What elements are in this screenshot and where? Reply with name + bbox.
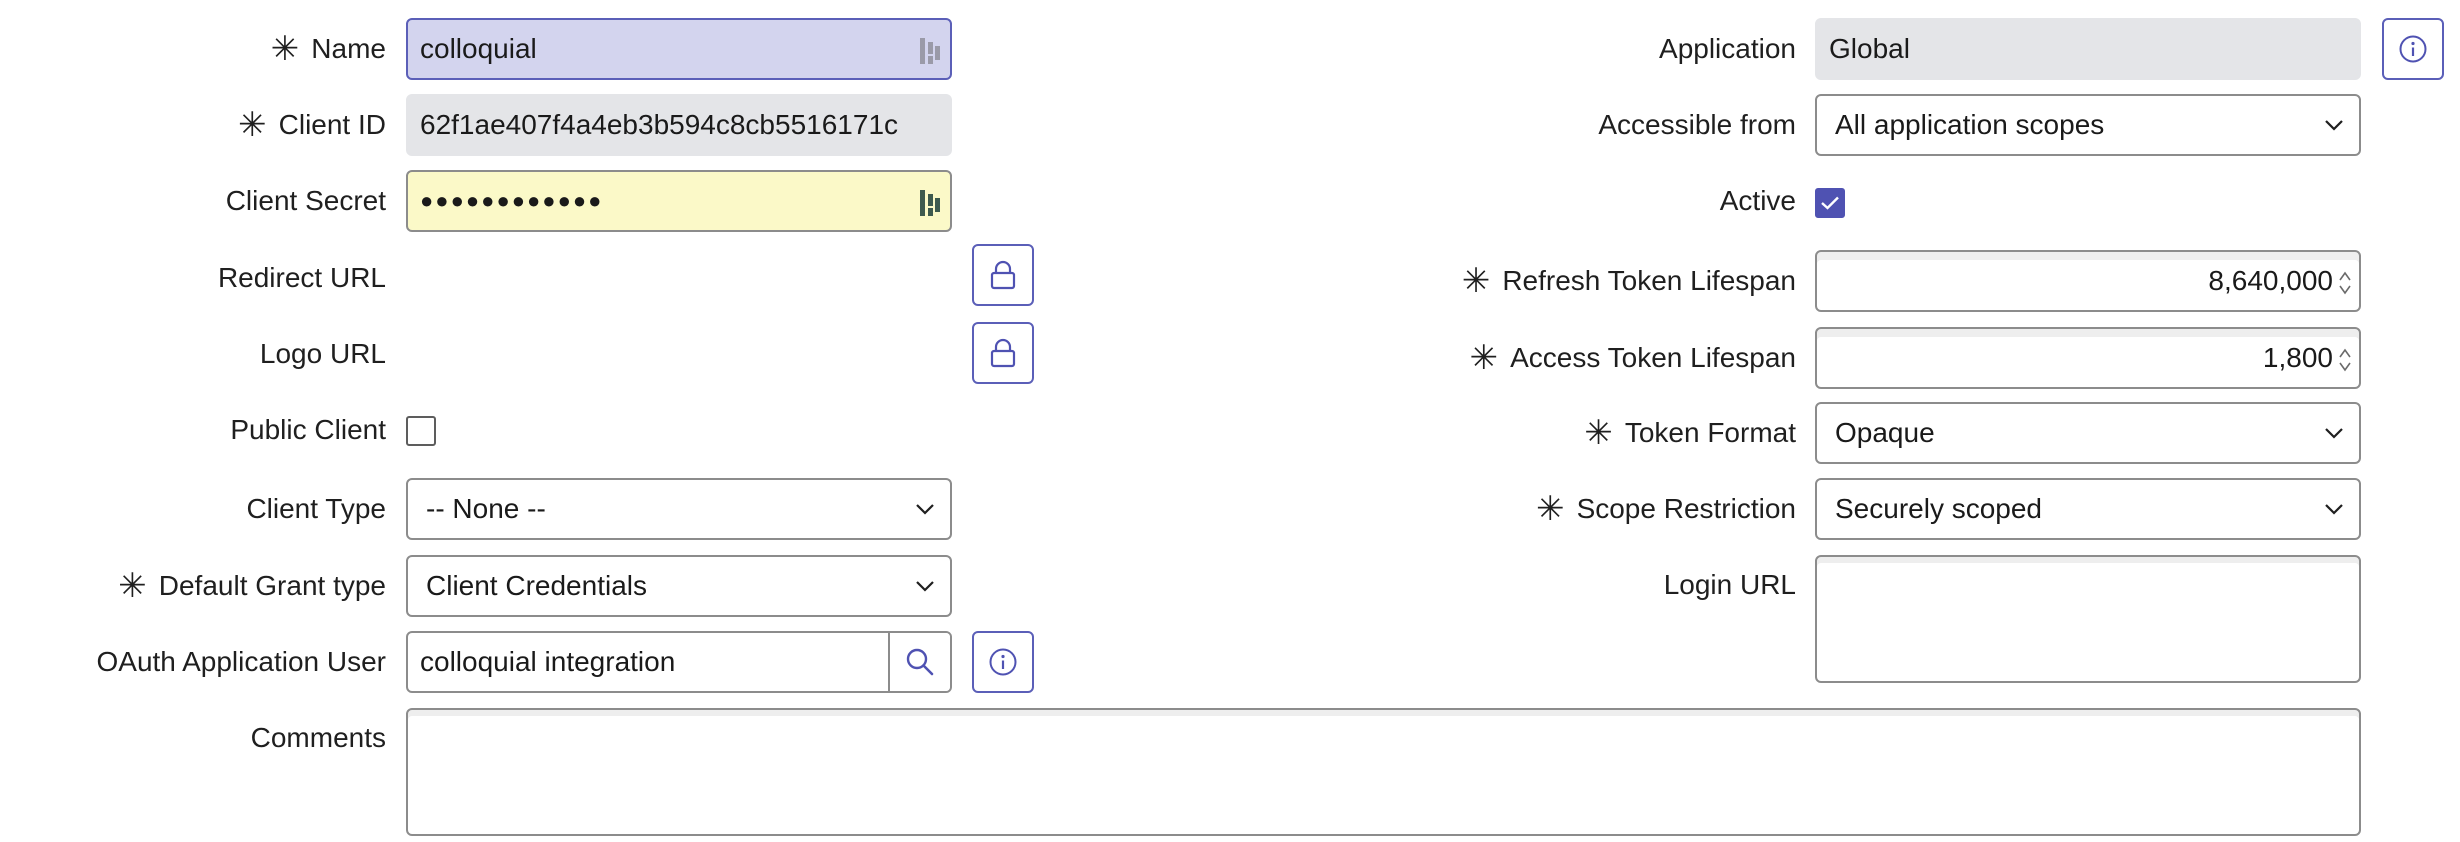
- scope-restriction-select[interactable]: Securely scoped: [1815, 478, 2361, 540]
- refresh-token-lifespan-value: 8,640,000: [2208, 265, 2333, 296]
- active-label: Active: [1720, 170, 1796, 232]
- password-manager-icon[interactable]: [918, 36, 942, 66]
- name-label: ✳ Name: [271, 18, 386, 80]
- required-mark: ✳: [270, 30, 300, 68]
- required-mark: ✳: [1536, 490, 1565, 528]
- name-value: colloquial: [420, 33, 537, 64]
- application-label-text: Application: [1659, 33, 1796, 64]
- logo-url-label: Logo URL: [260, 323, 386, 385]
- client-type-select[interactable]: -- None --: [406, 478, 952, 540]
- required-mark: ✳: [1584, 414, 1613, 452]
- comments-label-text: Comments: [250, 722, 386, 753]
- client-type-label: Client Type: [246, 478, 386, 540]
- redirect-url-label: Redirect URL: [218, 247, 386, 309]
- login-url-label: Login URL: [1664, 555, 1796, 601]
- application-field[interactable]: Global: [1815, 18, 2361, 80]
- access-token-lifespan-field[interactable]: 1,800: [1815, 327, 2361, 389]
- client-id-label-text: Client ID: [278, 109, 386, 140]
- default-grant-type-value: Client Credentials: [426, 570, 647, 601]
- comments-textarea[interactable]: [406, 708, 2361, 836]
- required-mark: ✳: [1469, 339, 1499, 377]
- application-label: Application: [1659, 18, 1796, 80]
- active-checkbox[interactable]: [1815, 188, 1845, 218]
- client-type-label-text: Client Type: [246, 493, 386, 524]
- default-grant-type-label: ✳ Default Grant type: [118, 555, 386, 617]
- access-token-lifespan-label: ✳ Access Token Lifespan: [1470, 327, 1796, 389]
- number-spinner-icon[interactable]: [2337, 268, 2353, 298]
- required-mark: ✳: [1461, 262, 1491, 300]
- application-info-button[interactable]: [2382, 18, 2444, 80]
- refresh-token-lifespan-label-text: Refresh Token Lifespan: [1502, 265, 1796, 296]
- oauth-app-user-field[interactable]: colloquial integration: [406, 631, 952, 693]
- lock-icon: [990, 338, 1016, 368]
- public-client-label: Public Client: [230, 399, 386, 461]
- token-format-select[interactable]: Opaque: [1815, 402, 2361, 464]
- oauth-app-user-value: colloquial integration: [420, 646, 676, 677]
- client-type-value: -- None --: [426, 493, 546, 524]
- client-secret-field[interactable]: ●●●●●●●●●●●●: [406, 170, 952, 232]
- info-icon: [989, 648, 1017, 676]
- accessible-from-select[interactable]: All application scopes: [1815, 94, 2361, 156]
- redirect-url-unlock-button[interactable]: [972, 244, 1034, 306]
- login-url-label-text: Login URL: [1663, 569, 1796, 600]
- refresh-token-lifespan-label: ✳ Refresh Token Lifespan: [1462, 250, 1796, 312]
- client-secret-label: Client Secret: [226, 170, 386, 232]
- oauth-app-user-lookup-button[interactable]: [888, 633, 950, 691]
- client-secret-label-text: Client Secret: [225, 185, 386, 216]
- client-secret-value: ●●●●●●●●●●●●: [420, 188, 604, 213]
- logo-url-label-text: Logo URL: [259, 338, 386, 369]
- required-mark: ✳: [118, 567, 147, 605]
- required-mark: ✳: [238, 106, 267, 144]
- token-format-label: ✳ Token Format: [1584, 402, 1796, 464]
- checkmark-icon: [1821, 196, 1839, 210]
- client-id-field[interactable]: 62f1ae407f4a4eb3b594c8cb5516171c: [406, 94, 952, 156]
- token-format-value: Opaque: [1835, 417, 1935, 448]
- lock-icon: [990, 260, 1016, 290]
- client-id-value: 62f1ae407f4a4eb3b594c8cb5516171c: [420, 109, 899, 140]
- name-field[interactable]: colloquial: [406, 18, 952, 80]
- chevron-down-icon: [916, 581, 934, 592]
- client-id-label: ✳ Client ID: [238, 94, 386, 156]
- token-format-label-text: Token Format: [1624, 417, 1796, 448]
- password-manager-icon[interactable]: [918, 188, 942, 218]
- logo-url-unlock-button[interactable]: [972, 322, 1034, 384]
- active-label-text: Active: [1719, 185, 1796, 216]
- access-token-lifespan-label-text: Access Token Lifespan: [1510, 342, 1796, 373]
- info-icon: [2399, 35, 2427, 63]
- chevron-down-icon: [2325, 120, 2343, 131]
- scope-restriction-label-text: Scope Restriction: [1576, 493, 1796, 524]
- oauth-app-user-info-button[interactable]: [972, 631, 1034, 693]
- search-icon: [906, 648, 934, 676]
- oauth-app-user-label: OAuth Application User: [97, 631, 387, 693]
- chevron-down-icon: [2325, 504, 2343, 515]
- default-grant-type-label-text: Default Grant type: [158, 570, 386, 601]
- application-value: Global: [1829, 33, 1910, 64]
- access-token-lifespan-value: 1,800: [2262, 342, 2333, 373]
- comments-label: Comments: [251, 708, 386, 754]
- number-spinner-icon[interactable]: [2337, 345, 2353, 375]
- accessible-from-label-text: Accessible from: [1598, 109, 1796, 140]
- default-grant-type-select[interactable]: Client Credentials: [406, 555, 952, 617]
- chevron-down-icon: [916, 504, 934, 515]
- refresh-token-lifespan-field[interactable]: 8,640,000: [1815, 250, 2361, 312]
- scope-restriction-label: ✳ Scope Restriction: [1536, 478, 1796, 540]
- scope-restriction-value: Securely scoped: [1835, 493, 2043, 524]
- oauth-app-user-label-text: OAuth Application User: [96, 646, 387, 677]
- name-label-text: Name: [311, 33, 386, 64]
- public-client-label-text: Public Client: [230, 414, 386, 445]
- public-client-checkbox[interactable]: [406, 416, 436, 446]
- redirect-url-label-text: Redirect URL: [217, 262, 386, 293]
- chevron-down-icon: [2325, 428, 2343, 439]
- login-url-textarea[interactable]: [1815, 555, 2361, 683]
- accessible-from-value: All application scopes: [1835, 109, 2105, 140]
- accessible-from-label: Accessible from: [1598, 94, 1796, 156]
